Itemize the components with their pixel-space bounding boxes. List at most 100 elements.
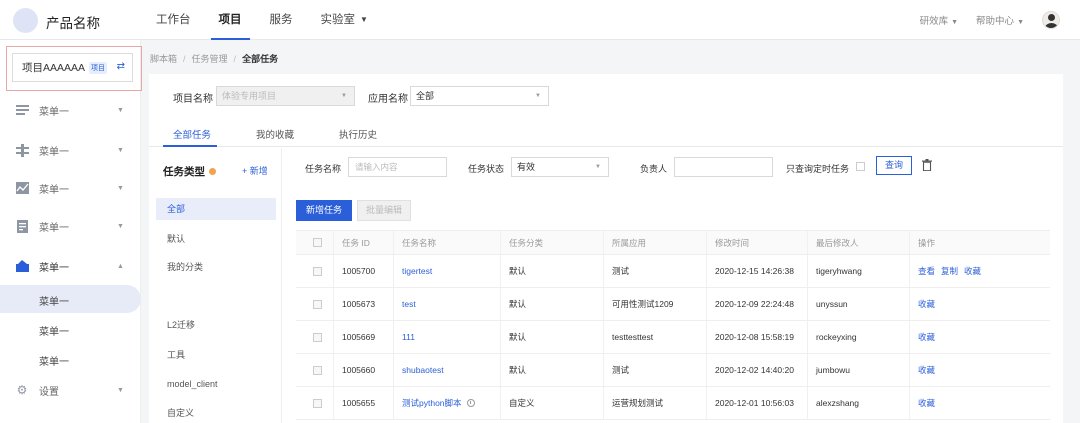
copy-link[interactable]: 复制	[941, 265, 958, 277]
breadcrumb-item[interactable]: 任务管理	[192, 54, 228, 64]
favorite-link[interactable]: 收藏	[918, 364, 935, 376]
cell-name-link[interactable]: shubaotest	[394, 354, 501, 386]
view-link[interactable]: 查看	[918, 265, 935, 277]
research-lib-menu[interactable]: 研效库 ▼	[920, 13, 958, 27]
swap-icon[interactable]: ⇄	[117, 61, 125, 72]
trash-icon[interactable]	[922, 159, 932, 171]
cell-id: 1005669	[334, 321, 394, 353]
breadcrumb: 脚本箱 / 任务管理 / 全部任务	[150, 54, 279, 64]
row-select	[296, 387, 334, 419]
cell-name: 测试python脚本	[394, 387, 501, 419]
cell-ops: 收藏	[910, 354, 1050, 386]
tab-all-tasks[interactable]: 全部任务	[173, 127, 211, 141]
cell-id: 1005655	[334, 387, 394, 419]
select-all-checkbox[interactable]	[313, 238, 322, 247]
sidebar-subitem-3[interactable]: 菜单一	[0, 345, 141, 373]
sidebar-menu-label: 菜单一	[39, 184, 69, 196]
project-switcher-highlight: 项目AAAAAA 项目 ⇄	[6, 46, 142, 91]
top-bar: 产品名称 工作台 项目 服务 实验室 ▼ 研效库 ▼ 帮助中心 ▼	[0, 0, 1080, 40]
app-select[interactable]: 全部 ▼	[410, 86, 549, 106]
new-task-button[interactable]: 新增任务	[296, 200, 352, 221]
cell-category: 自定义	[501, 387, 604, 419]
caret-down-icon: ▼	[360, 15, 368, 24]
row-checkbox[interactable]	[313, 266, 322, 276]
help-icon[interactable]	[209, 168, 216, 175]
cell-ops: 查看 复制 收藏	[910, 255, 1050, 287]
sidebar-subitem-label: 菜单一	[39, 357, 69, 368]
row-checkbox[interactable]	[313, 398, 322, 408]
table-row: 1005700 tigertest 默认 测试 2020-12-15 14:26…	[296, 255, 1050, 288]
type-item-mine[interactable]: 我的分类	[156, 256, 276, 278]
breadcrumb-current: 全部任务	[242, 54, 279, 64]
project-name-label: 项目名称	[173, 94, 213, 105]
cell-name-link[interactable]: 测试python脚本	[402, 397, 462, 409]
tab-history[interactable]: 执行历史	[339, 127, 377, 141]
nav-service[interactable]: 服务	[270, 0, 293, 40]
owner-input[interactable]	[674, 157, 773, 177]
sidebar-menu-1[interactable]: 菜单一 ▼	[0, 96, 141, 124]
caret-down-icon: ▼	[595, 164, 601, 170]
sidebar-subitem-label: 菜单一	[39, 327, 69, 338]
cell-app: 测试	[604, 354, 707, 386]
type-item-l2[interactable]: L2迁移	[156, 314, 276, 336]
favorite-link[interactable]: 收藏	[918, 331, 935, 343]
chart-icon	[15, 181, 29, 195]
cell-user: rockeyxing	[808, 321, 910, 353]
task-type-title: 任务类型	[163, 164, 216, 179]
timed-only-checkbox[interactable]	[856, 162, 865, 171]
sidebar-subitem-label: 菜单一	[39, 297, 69, 308]
query-button[interactable]: 查询	[876, 156, 912, 175]
project-switcher[interactable]: 项目AAAAAA 项目 ⇄	[12, 53, 133, 82]
cell-category: 默认	[501, 255, 604, 287]
help-center-menu[interactable]: 帮助中心 ▼	[976, 13, 1024, 27]
row-checkbox[interactable]	[313, 365, 322, 375]
cell-app: testtesttest	[604, 321, 707, 353]
sidebar-subitem-1[interactable]: 菜单一	[0, 285, 141, 313]
gear-icon: ⚙	[16, 383, 28, 397]
header-category: 任务分类	[501, 231, 604, 254]
sidebar-menu-4[interactable]: 菜单一 ▼	[0, 212, 141, 240]
breadcrumb-item[interactable]: 脚本箱	[150, 54, 177, 64]
row-checkbox[interactable]	[313, 299, 322, 309]
row-checkbox[interactable]	[313, 332, 322, 342]
cell-time: 2020-12-02 14:40:20	[707, 354, 808, 386]
favorite-link[interactable]: 收藏	[918, 298, 935, 310]
caret-down-icon: ▼	[951, 19, 959, 26]
project-select: 体验专用项目 ▼	[216, 86, 355, 106]
type-item-all[interactable]: 全部	[156, 198, 276, 220]
avatar[interactable]	[1042, 11, 1060, 29]
cell-user: alexzshang	[808, 387, 910, 419]
tab-active-indicator	[163, 145, 217, 147]
logo	[13, 8, 38, 33]
nav-lab-label: 实验室	[320, 14, 356, 26]
cell-name-link[interactable]: test	[394, 288, 501, 320]
app-name-label: 应用名称	[368, 94, 408, 105]
row-select	[296, 288, 334, 320]
nav-lab[interactable]: 实验室 ▼	[321, 0, 368, 40]
nav-workbench[interactable]: 工作台	[156, 0, 191, 40]
sidebar-menu-label: 菜单一	[39, 262, 69, 274]
type-item-default[interactable]: 默认	[156, 228, 276, 250]
sidebar-settings[interactable]: ⚙ 设置 ▼	[0, 376, 141, 404]
task-status-select[interactable]: 有效 ▼	[511, 157, 609, 177]
cell-app: 运营规划测试	[604, 387, 707, 419]
cell-ops: 收藏	[910, 321, 1050, 353]
sidebar-menu-5[interactable]: 菜单一 ▲	[0, 252, 141, 280]
cell-time: 2020-12-01 10:56:03	[707, 387, 808, 419]
favorite-link[interactable]: 收藏	[964, 265, 981, 277]
add-type-button[interactable]: + 新增	[242, 164, 268, 177]
nav-project[interactable]: 项目	[210, 0, 250, 40]
header-id: 任务 ID	[334, 231, 394, 254]
favorite-link[interactable]: 收藏	[918, 397, 935, 409]
cell-time-text: 2020-12-01 10:56:03	[715, 397, 794, 408]
type-item-model-client[interactable]: model_client	[156, 373, 276, 395]
type-item-tools[interactable]: 工具	[156, 344, 276, 366]
task-name-input[interactable]: 请输入内容	[348, 157, 447, 177]
cell-name-link[interactable]: tigertest	[394, 255, 501, 287]
type-item-custom[interactable]: 自定义	[156, 402, 276, 423]
tab-favorites[interactable]: 我的收藏	[256, 127, 294, 141]
sidebar-menu-2[interactable]: 菜单一 ▼	[0, 136, 141, 164]
cell-name-link[interactable]: 111	[394, 321, 501, 353]
sidebar-subitem-2[interactable]: 菜单一	[0, 315, 141, 343]
sidebar-menu-3[interactable]: 菜单一 ▼	[0, 174, 141, 202]
